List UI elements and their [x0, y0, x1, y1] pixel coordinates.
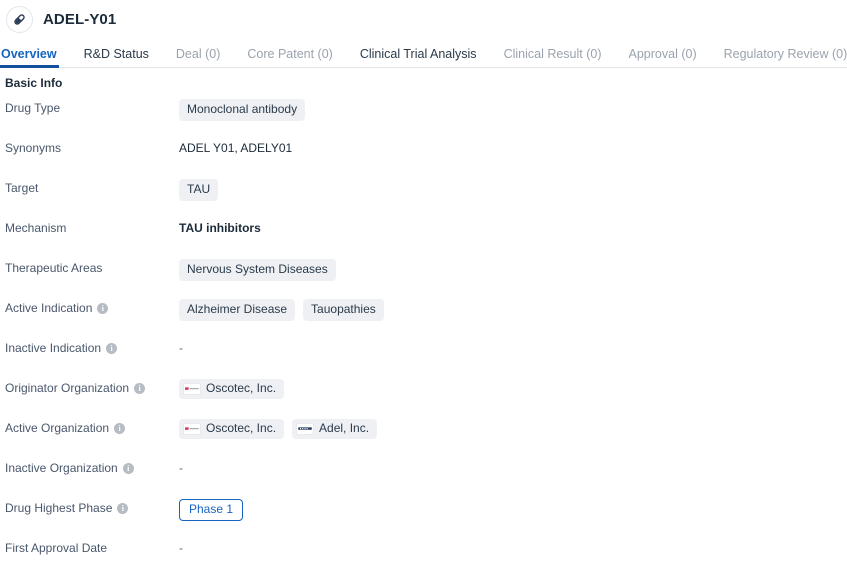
field-value-synonyms: ADEL Y01, ADELY01 — [179, 139, 847, 157]
field-label-therapeutic-areas: Therapeutic Areas — [0, 259, 179, 275]
field-label-text: Inactive Indication — [5, 341, 102, 355]
field-label-first-approval-date: First Approval Date — [0, 539, 179, 555]
value-text: TAU inhibitors — [179, 220, 261, 235]
field-row-target: Target TAU — [0, 179, 847, 219]
field-label-inactive-indication: Inactive Indication i — [0, 339, 179, 355]
tab-approval-label: Approval (0) — [628, 46, 697, 61]
field-label-text: Originator Organization — [5, 381, 130, 395]
value-chip[interactable]: Alzheimer Disease — [179, 299, 296, 321]
value-chip[interactable]: TAU — [179, 179, 219, 201]
tab-clinical-result-label: Clinical Result (0) — [503, 46, 602, 61]
tab-rd-status-label: R&D Status — [83, 46, 149, 61]
info-icon[interactable]: i — [106, 342, 118, 354]
field-label-text: Target — [5, 181, 39, 195]
field-label-text: First Approval Date — [5, 541, 108, 555]
field-row-therapeutic-areas: Therapeutic Areas Nervous System Diseases — [0, 259, 847, 299]
tab-overview-label: Overview — [1, 46, 57, 61]
drug-detail-page: ADEL-Y01 Overview R&D Status Deal (0) Co… — [0, 0, 847, 566]
tab-regulatory-review-label: Regulatory Review (0) — [723, 46, 847, 61]
field-label-target: Target — [0, 179, 179, 195]
field-label-text: Therapeutic Areas — [5, 261, 103, 275]
field-label-mechanism: Mechanism — [0, 219, 179, 235]
empty-value: - — [179, 460, 183, 475]
tab-deal[interactable]: Deal (0) — [175, 46, 221, 68]
field-label-text: Drug Type — [5, 101, 61, 115]
value-text: ADEL Y01, ADELY01 — [179, 140, 293, 155]
field-row-first-approval-date: First Approval Date - — [0, 539, 847, 566]
value-chip[interactable]: Tauopathies — [303, 299, 384, 321]
field-label-drug-type: Drug Type — [0, 99, 179, 115]
field-value-drug-highest-phase: Phase 1 — [179, 499, 847, 521]
field-value-active-organization: Oscotec, Inc. Adel, Inc. — [179, 419, 847, 439]
field-label-synonyms: Synonyms — [0, 139, 179, 155]
tab-bar: Overview R&D Status Deal (0) Core Patent… — [0, 38, 847, 68]
organization-chip-label: Adel, Inc. — [319, 421, 370, 435]
field-label-text: Drug Highest Phase — [5, 501, 113, 515]
field-value-first-approval-date: - — [179, 539, 847, 557]
field-label-text: Synonyms — [5, 141, 62, 155]
oscotec-logo-icon — [183, 382, 201, 395]
info-icon[interactable]: i — [134, 382, 146, 394]
field-row-originator-organization: Originator Organization i Oscotec, Inc. — [0, 379, 847, 419]
field-label-drug-highest-phase: Drug Highest Phase i — [0, 499, 179, 515]
field-value-active-indication: Alzheimer Disease Tauopathies — [179, 299, 847, 321]
field-value-mechanism: TAU inhibitors — [179, 219, 847, 237]
field-label-active-organization: Active Organization i — [0, 419, 179, 435]
tab-clinical-result[interactable]: Clinical Result (0) — [503, 46, 602, 68]
field-row-mechanism: Mechanism TAU inhibitors — [0, 219, 847, 259]
organization-chip[interactable]: Oscotec, Inc. — [179, 379, 285, 399]
organization-chip-label: Oscotec, Inc. — [206, 381, 277, 395]
field-value-target: TAU — [179, 179, 847, 201]
info-icon[interactable]: i — [117, 502, 129, 514]
tab-overview[interactable]: Overview — [0, 46, 59, 68]
field-value-inactive-indication: - — [179, 339, 847, 357]
field-row-inactive-organization: Inactive Organization i - — [0, 459, 847, 499]
field-value-drug-type: Monoclonal antibody — [179, 99, 847, 121]
value-chip[interactable]: Monoclonal antibody — [179, 99, 306, 121]
field-label-active-indication: Active Indication i — [0, 299, 179, 315]
info-icon[interactable]: i — [122, 462, 134, 474]
field-value-therapeutic-areas: Nervous System Diseases — [179, 259, 847, 281]
tab-core-patent-label: Core Patent (0) — [247, 46, 333, 61]
phase-badge[interactable]: Phase 1 — [179, 499, 244, 521]
field-label-inactive-organization: Inactive Organization i — [0, 459, 179, 475]
field-row-active-indication: Active Indication i Alzheimer Disease Tauop… — [0, 299, 847, 339]
tab-approval[interactable]: Approval (0) — [628, 46, 697, 68]
tab-clinical-trial-analysis-label: Clinical Trial Analysis — [359, 46, 477, 61]
field-row-drug-highest-phase: Drug Highest Phase i Phase 1 — [0, 499, 847, 539]
tab-rd-status[interactable]: R&D Status — [83, 46, 149, 68]
tab-clinical-trial-analysis[interactable]: Clinical Trial Analysis — [359, 46, 477, 68]
tab-regulatory-review[interactable]: Regulatory Review (0) — [723, 46, 847, 68]
field-label-text: Mechanism — [5, 221, 67, 235]
field-label-text: Active Indication — [5, 301, 93, 315]
empty-value: - — [179, 340, 183, 355]
field-row-synonyms: Synonyms ADEL Y01, ADELY01 — [0, 139, 847, 179]
field-label-text: Active Organization — [5, 421, 110, 435]
oscotec-logo-icon — [183, 422, 201, 435]
field-row-drug-type: Drug Type Monoclonal antibody — [0, 99, 847, 139]
basic-info-rows: Drug Type Monoclonal antibody Synonyms ADEL… — [0, 99, 847, 566]
adel-logo-icon — [296, 422, 315, 435]
organization-chip[interactable]: Adel, Inc. — [292, 419, 378, 439]
field-label-text: Inactive Organization — [5, 461, 118, 475]
capsule-icon — [6, 5, 33, 33]
info-icon[interactable]: i — [97, 302, 109, 314]
info-icon[interactable]: i — [114, 422, 126, 434]
field-row-active-organization: Active Organization i Oscotec, Inc. Adel, I… — [0, 419, 847, 459]
field-row-inactive-indication: Inactive Indication i - — [0, 339, 847, 379]
overview-panel: Basic Info Drug Type Monoclonal antibody S… — [0, 68, 847, 566]
value-chip[interactable]: Nervous System Diseases — [179, 259, 336, 281]
page-title: ADEL-Y01 — [43, 10, 117, 28]
tab-deal-label: Deal (0) — [175, 46, 221, 61]
organization-chip-label: Oscotec, Inc. — [206, 421, 277, 435]
page-header: ADEL-Y01 — [0, 0, 847, 38]
field-value-originator-organization: Oscotec, Inc. — [179, 379, 847, 399]
organization-chip[interactable]: Oscotec, Inc. — [179, 419, 285, 439]
section-title-basic-info: Basic Info — [5, 76, 63, 90]
tab-core-patent[interactable]: Core Patent (0) — [247, 46, 333, 68]
field-value-inactive-organization: - — [179, 459, 847, 477]
field-label-originator-organization: Originator Organization i — [0, 379, 179, 395]
empty-value: - — [179, 540, 183, 555]
